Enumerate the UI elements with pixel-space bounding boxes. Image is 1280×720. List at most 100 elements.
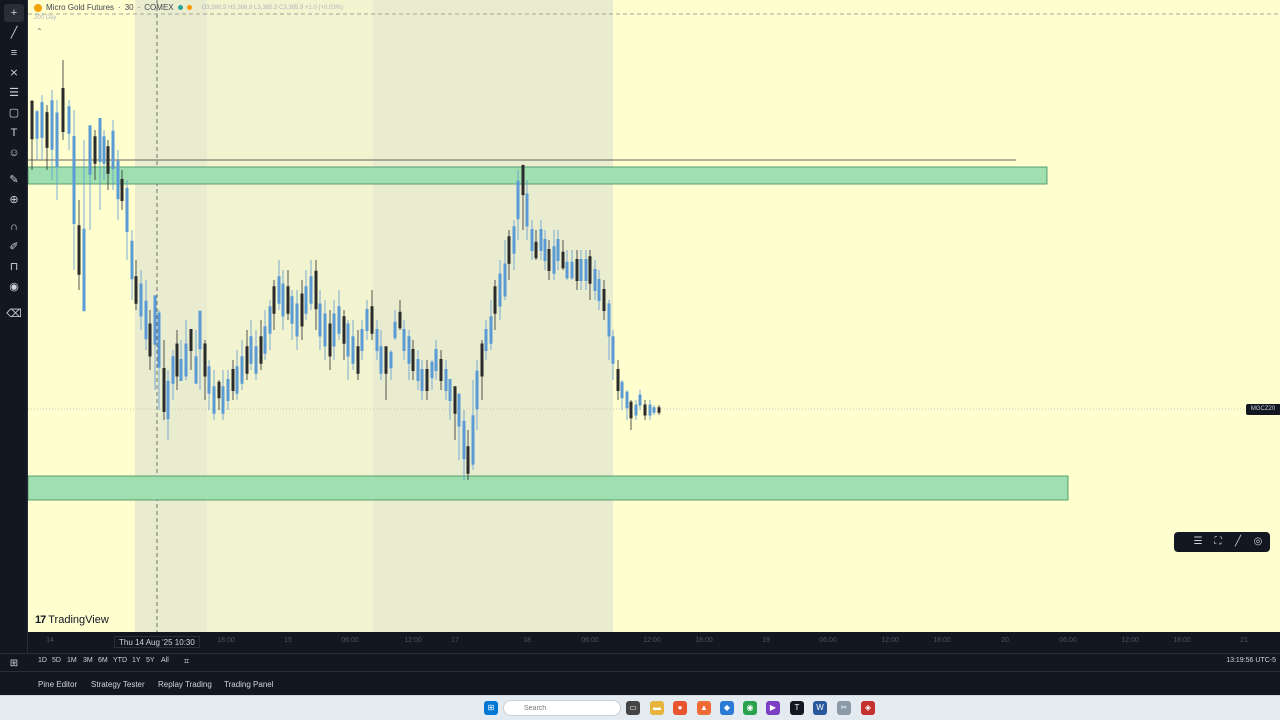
candle-body [375,329,379,351]
select-box-icon[interactable]: ⛶ [1210,534,1226,550]
tradingview-logo[interactable]: 17 TradingView [35,614,109,626]
candle-body [286,286,290,314]
candle-body [125,188,129,232]
symbol-logo-icon [34,3,42,12]
range-button-6m[interactable]: 6M [98,657,108,664]
video-editor-icon[interactable]: ▶ [766,701,780,715]
candle-body [356,346,360,374]
vscode-icon[interactable]: ◆ [720,701,734,715]
publish-icon[interactable]: ⊞ [4,657,24,671]
brave-icon[interactable]: ▲ [697,701,711,715]
time-axis[interactable]: 14 18:00 15 06:00 12:00 17 18 06:00 12:00 18:00 19… [28,632,1280,653]
taskbar-search-input[interactable] [503,700,621,716]
file-explorer-icon[interactable]: ▬ [650,701,664,715]
range-button-3m[interactable]: 3M [83,657,93,664]
candle-body [221,386,225,414]
time-tick: 06:00 [819,637,837,644]
date-range-bar: ⊞ ⌗ 13:19:56 UTC-5 1D 5D 1M 3M 6M YTD 1Y 5Y All [0,653,1280,671]
candle-body [365,309,369,331]
candle-body [384,346,388,374]
candle-body [184,343,188,377]
candle-body [226,379,230,401]
draw-line-icon[interactable]: ╱ [1230,534,1246,550]
candle-body [448,379,452,401]
firefox-icon[interactable]: ● [673,701,687,715]
candle-body [189,329,193,351]
chevron-up-icon[interactable]: ⌃ [36,27,43,36]
candle-body [597,279,601,301]
candle-body [175,343,179,377]
pencil-lock-icon[interactable]: ✐ [4,238,24,256]
candle-body [30,100,34,140]
tradingview-logo-icon: 17 [35,614,46,626]
symbol-name[interactable]: Micro Gold Futures [46,3,114,12]
candle-body [539,229,543,251]
utc-clock[interactable]: 13:19:56 UTC-5 [1226,657,1276,664]
candle-body [235,366,239,394]
task-view-icon[interactable]: ▭ [626,701,640,715]
range-button-5y[interactable]: 5Y [146,657,155,664]
supply-zone[interactable] [28,166,1048,185]
candle-body [67,106,71,134]
price-chart-canvas[interactable] [28,0,1280,632]
trend-line-icon[interactable]: ╱ [4,24,24,42]
tab-replay-trading[interactable]: Replay Trading [158,680,212,689]
tab-pine-editor[interactable]: Pine Editor [38,680,77,689]
word-icon[interactable]: W [813,701,827,715]
range-button-1y[interactable]: 1Y [132,657,141,664]
time-tick: 19 [762,637,770,644]
indicator-legend[interactable]: 200 Day [34,15,56,21]
zoom-in-icon[interactable]: ⊕ [4,191,24,209]
symbol-interval[interactable]: 30 [125,3,134,12]
fib-retracement-icon[interactable]: ≡ [4,44,24,62]
magnet-icon[interactable]: ∩ [4,218,24,236]
candle-body [593,269,597,291]
floating-drawing-toolbar[interactable]: ☰ ⛶ ╱ ◎ [1174,532,1270,552]
tab-strategy-tester[interactable]: Strategy Tester [91,680,145,689]
pattern-icon[interactable]: ⨯ [4,64,24,82]
eye-icon[interactable]: ◉ [4,278,24,296]
candle-body [179,359,183,381]
candle-body [212,386,216,414]
candle-body [616,369,620,391]
emoji-icon[interactable]: ☺ [4,144,24,162]
range-button-all[interactable]: All [161,657,169,664]
candle-body [643,404,647,416]
shape-icon[interactable]: ▢ [4,104,24,122]
range-button-5d[interactable]: 5D [52,657,61,664]
crosshair-cursor-icon[interactable]: + [4,4,24,22]
lock-icon[interactable]: ⊓ [4,258,24,276]
candle-body [657,407,661,413]
app-icon[interactable]: ◈ [861,701,875,715]
ruler-icon[interactable]: ✎ [4,171,24,189]
snipping-tool-icon[interactable]: ✂ [837,701,851,715]
go-to-date-icon[interactable]: ⌗ [184,656,189,667]
candle-body [516,180,520,220]
range-button-1m[interactable]: 1M [67,657,77,664]
candle-body [629,401,633,419]
candle-body [259,336,263,364]
demand-zone[interactable] [28,475,1069,501]
tradingview-taskbar-icon[interactable]: T [790,701,804,715]
text-icon[interactable]: T [4,124,24,142]
candle-body [120,179,124,201]
trash-icon[interactable]: ⌫ [4,305,24,323]
candle-body [240,356,244,384]
target-icon[interactable]: ◎ [1250,534,1266,550]
range-button-ytd[interactable]: YTD [113,657,127,664]
chart-pane[interactable]: Micro Gold Futures · 30 · COMEX O3,386.9… [28,0,1280,632]
candle-body [309,276,313,304]
candle-body [407,336,411,364]
chrome-icon[interactable]: ◉ [743,701,757,715]
symbol-legend[interactable]: Micro Gold Futures · 30 · COMEX O3,386.9… [34,3,343,12]
windows-start-icon[interactable]: ⊞ [484,701,498,715]
symbol-price-tag: MGCZ20 [1246,404,1280,415]
range-button-1d[interactable]: 1D [38,657,47,664]
candle-body [300,293,304,327]
tab-trading-panel[interactable]: Trading Panel [224,680,274,689]
candle-body [556,239,560,261]
candle-body [393,321,397,339]
forecast-icon[interactable]: ☰ [4,84,24,102]
settings-sliders-icon[interactable]: ☰ [1190,534,1206,550]
candle-body [351,336,355,364]
